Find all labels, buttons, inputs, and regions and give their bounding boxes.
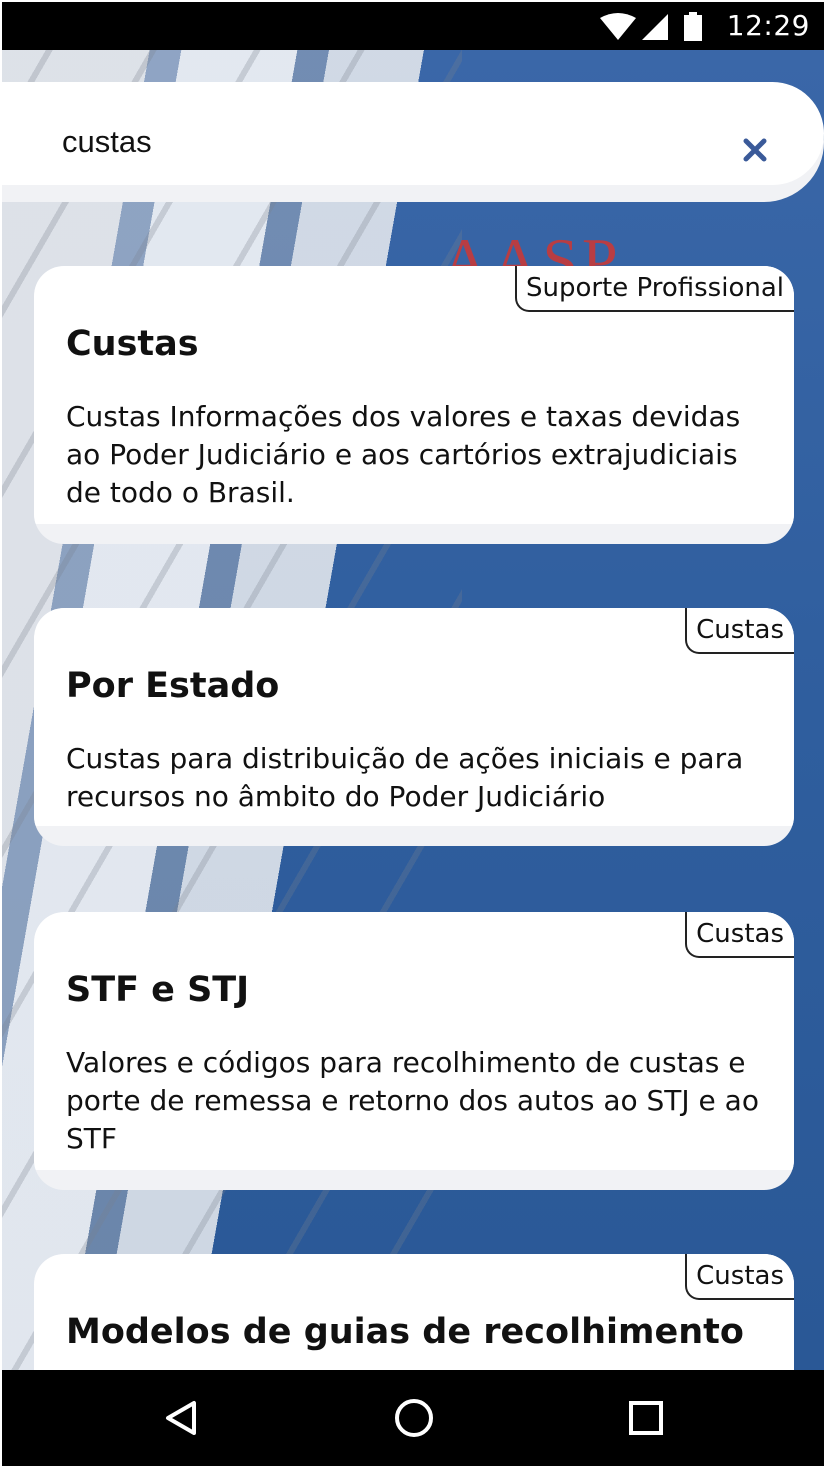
card-body: Custas Por Estado Custas para distribuiç…	[34, 608, 794, 826]
result-card[interactable]: Custas STF e STJ Valores e códigos para …	[34, 912, 794, 1190]
recents-button[interactable]	[622, 1394, 670, 1442]
card-body: Suporte Profissional Custas Custas Infor…	[34, 266, 794, 524]
status-bar: 12:29	[2, 2, 824, 50]
card-title: STF e STJ	[66, 970, 250, 1010]
home-button[interactable]	[390, 1394, 438, 1442]
signal-icon	[642, 14, 668, 40]
wifi-icon	[600, 13, 636, 40]
card-description: Valores e códigos para recolhimento de c…	[66, 1046, 759, 1155]
navigation-bar	[2, 1370, 824, 1466]
battery-icon	[684, 12, 702, 41]
home-icon[interactable]	[392, 1396, 436, 1440]
app-screen: 12:29 AASP custas Suporte Profissional C…	[2, 2, 824, 1466]
search-bar[interactable]: custas	[2, 82, 824, 202]
result-card[interactable]: Suporte Profissional Custas Custas Infor…	[34, 266, 794, 544]
recents-icon[interactable]	[626, 1398, 666, 1438]
back-icon[interactable]	[162, 1398, 202, 1438]
card-title: Custas	[66, 324, 199, 364]
search-input[interactable]: custas	[2, 82, 824, 185]
card-category-tag: Custas	[685, 1254, 794, 1300]
back-button[interactable]	[158, 1394, 206, 1442]
card-category-tag: Custas	[685, 912, 794, 958]
card-title: Por Estado	[66, 666, 280, 706]
card-category-tag: Suporte Profissional	[514, 266, 794, 312]
status-time: 12:29	[726, 9, 810, 42]
clear-search-button[interactable]	[735, 130, 775, 170]
result-card[interactable]: Custas Por Estado Custas para distribuiç…	[34, 608, 794, 846]
status-icons	[596, 12, 706, 42]
search-query[interactable]: custas	[62, 124, 152, 160]
card-title: Modelos de guias de recolhimento	[66, 1312, 744, 1352]
card-category-tag: Custas	[685, 608, 794, 654]
card-description: Custas Informações dos valores e taxas d…	[66, 400, 741, 509]
card-body: Custas STF e STJ Valores e códigos para …	[34, 912, 794, 1170]
card-description: Custas para distribuição de ações inicia…	[66, 742, 744, 813]
close-icon[interactable]	[742, 137, 768, 163]
